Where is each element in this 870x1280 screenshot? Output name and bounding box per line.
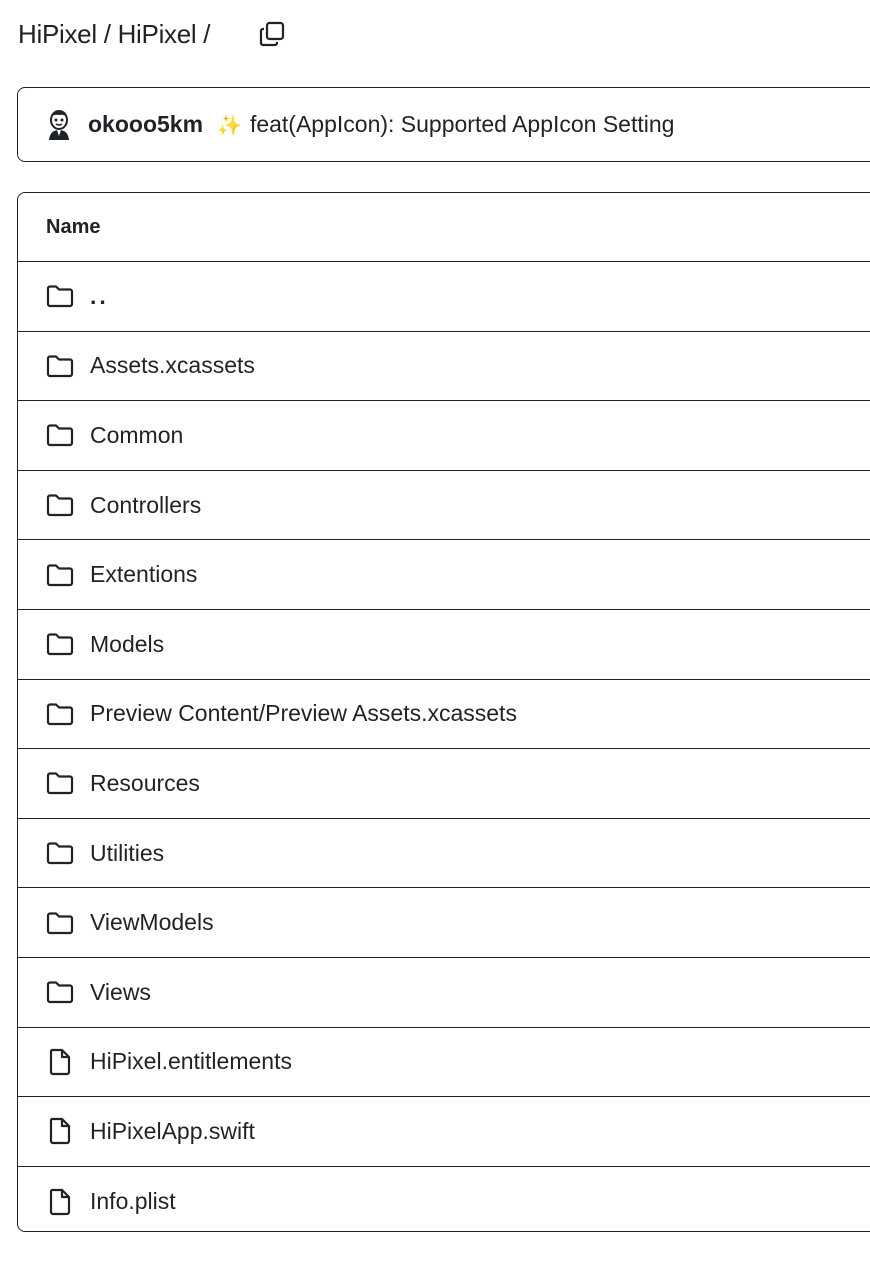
commit-author[interactable]: okooo5km (88, 111, 203, 138)
commit-message-text: feat(AppIcon): Supported AppIcon Setting (249, 111, 675, 137)
file-row[interactable]: HiPixelApp.swift (18, 1097, 870, 1167)
folder-name[interactable]: Utilities (90, 840, 164, 867)
copy-icon (259, 21, 285, 47)
avatar[interactable] (44, 108, 74, 142)
file-name[interactable]: Info.plist (90, 1188, 176, 1215)
folder-row[interactable]: Assets.xcassets (18, 332, 870, 402)
avatar-icon (49, 109, 69, 140)
folder-name[interactable]: .. (90, 283, 109, 310)
folder-icon (45, 768, 75, 798)
file-list: .. Assets.xcassets Common Controllers Extent… (18, 262, 870, 1231)
folder-row[interactable]: Views (18, 958, 870, 1028)
folder-name[interactable]: Extentions (90, 561, 197, 588)
parent-directory-row[interactable]: .. (18, 262, 870, 332)
folder-icon (45, 281, 75, 311)
folder-name[interactable]: Preview Content/Preview Assets.xcassets (90, 700, 517, 727)
file-name[interactable]: HiPixelApp.swift (90, 1118, 255, 1145)
folder-row[interactable]: Utilities (18, 819, 870, 889)
folder-name[interactable]: Views (90, 979, 151, 1006)
column-header-name: Name (18, 193, 870, 262)
file-row[interactable]: Info.plist (18, 1167, 870, 1231)
folder-icon (45, 908, 75, 938)
folder-name[interactable]: Assets.xcassets (90, 352, 255, 379)
file-table: Name .. Assets.xcassets Common Controllers E… (17, 192, 870, 1232)
breadcrumb-path[interactable]: HiPixel / HiPixel / (18, 19, 211, 50)
folder-name[interactable]: Common (90, 422, 183, 449)
file-icon (45, 1116, 75, 1146)
file-row[interactable]: HiPixel.entitlements (18, 1028, 870, 1098)
folder-icon (45, 351, 75, 381)
folder-icon (45, 977, 75, 1007)
folder-name[interactable]: ViewModels (90, 909, 214, 936)
folder-name[interactable]: Resources (90, 770, 200, 797)
folder-row[interactable]: Extentions (18, 540, 870, 610)
file-name[interactable]: HiPixel.entitlements (90, 1048, 292, 1075)
folder-icon (45, 420, 75, 450)
folder-row[interactable]: Preview Content/Preview Assets.xcassets (18, 680, 870, 750)
folder-icon (45, 699, 75, 729)
folder-row[interactable]: Models (18, 610, 870, 680)
folder-icon (45, 490, 75, 520)
folder-icon (45, 838, 75, 868)
folder-icon (45, 629, 75, 659)
folder-row[interactable]: Resources (18, 749, 870, 819)
copy-path-button[interactable] (256, 18, 288, 50)
file-icon (45, 1047, 75, 1077)
folder-name[interactable]: Models (90, 631, 164, 658)
folder-row[interactable]: Common (18, 401, 870, 471)
latest-commit: okooo5km ✨ feat(AppIcon): Supported AppIc… (17, 87, 870, 162)
folder-row[interactable]: ViewModels (18, 888, 870, 958)
sparkles-icon: ✨ (217, 115, 242, 137)
folder-icon (45, 560, 75, 590)
commit-message[interactable]: ✨ feat(AppIcon): Supported AppIcon Settin… (217, 111, 674, 138)
folder-row[interactable]: Controllers (18, 471, 870, 541)
breadcrumb: HiPixel / HiPixel / (18, 14, 211, 54)
file-icon (45, 1187, 75, 1217)
folder-name[interactable]: Controllers (90, 492, 201, 519)
